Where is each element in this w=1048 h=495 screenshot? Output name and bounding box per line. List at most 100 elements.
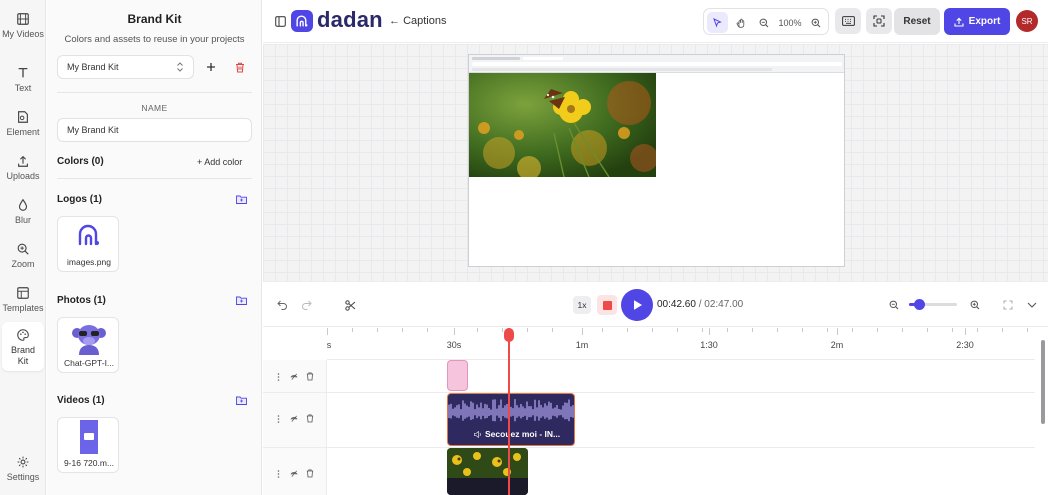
video-clip[interactable] [447, 448, 528, 495]
chevron-down-icon [1027, 302, 1037, 308]
ruler-minor-tick [827, 328, 828, 332]
sidebar-toggle-icon[interactable] [275, 16, 286, 27]
timeline-zoom-out-button[interactable] [887, 298, 901, 312]
photo-thumbnail[interactable]: Chat-GPT-I... [57, 317, 119, 373]
user-avatar[interactable]: SR [1016, 10, 1038, 32]
fit-screen-button[interactable] [866, 8, 892, 34]
timeline: s 30s 1m 1:30 2m 2:30 Secouez moi - IN..… [263, 328, 1048, 495]
redo-button[interactable] [299, 298, 313, 312]
timeline-scrollbar[interactable] [1041, 340, 1045, 424]
trash-icon[interactable] [306, 414, 314, 423]
drag-handle-icon[interactable] [274, 372, 282, 381]
rail-item-element[interactable]: Element [2, 110, 44, 138]
select-tool-button[interactable] [707, 12, 728, 33]
hand-icon [736, 18, 744, 28]
video-thumbnail[interactable]: 9-16 720.m... [57, 417, 119, 473]
film-icon [17, 13, 29, 25]
add-color-button[interactable]: + Add color [197, 157, 242, 167]
butterfly-flower-image [469, 73, 656, 177]
split-clip-button[interactable] [343, 298, 357, 312]
ruler-minor-tick [552, 328, 553, 332]
rail-item-blur[interactable]: Blur [2, 198, 44, 226]
collapse-timeline-button[interactable] [1025, 298, 1039, 312]
timeline-zoom-slider[interactable] [909, 299, 957, 310]
delete-brand-kit-button[interactable] [231, 58, 249, 76]
rail-item-zoom[interactable]: Zoom [2, 242, 44, 270]
keyboard-shortcuts-button[interactable] [835, 8, 861, 34]
reset-button[interactable]: Reset [894, 8, 940, 35]
video-filename: 9-16 720.m... [63, 458, 115, 468]
track-3-controls [274, 469, 314, 478]
zoom-level: 100% [778, 17, 802, 28]
ruler-minor-tick [1027, 328, 1028, 332]
visibility-icon[interactable] [290, 414, 298, 423]
zoom-in-icon [811, 18, 820, 27]
templates-icon [17, 287, 29, 299]
visibility-icon[interactable] [290, 469, 298, 478]
playhead-line[interactable] [508, 328, 510, 495]
rail-item-templates[interactable]: Templates [2, 286, 44, 314]
pan-tool-button[interactable] [730, 12, 751, 33]
rail-label: Text [14, 83, 32, 93]
drag-handle-icon[interactable] [274, 469, 282, 478]
ruler-minor-tick [502, 328, 503, 332]
monkey-photo-image [72, 325, 106, 355]
track-2-controls [274, 414, 314, 423]
trash-icon[interactable] [306, 372, 314, 381]
rail-item-text[interactable]: Text [2, 66, 44, 94]
folder-icon[interactable] [236, 296, 247, 305]
visibility-icon[interactable] [290, 372, 298, 381]
play-icon [633, 300, 642, 310]
folder-icon[interactable] [236, 396, 247, 405]
fit-timeline-button[interactable] [1001, 298, 1015, 312]
slider-handle[interactable] [913, 299, 925, 310]
dadan-logo-icon [291, 10, 313, 32]
ruler-minor-tick [952, 328, 953, 332]
brand-kit-name-input[interactable]: My Brand Kit [57, 118, 252, 142]
trash-icon[interactable] [306, 469, 314, 478]
rail-item-brand-kit[interactable]: Brand Kit [2, 322, 44, 371]
audio-waveform [448, 399, 574, 422]
rail-label: Uploads [6, 171, 40, 181]
timeline-zoom-in-button[interactable] [968, 298, 982, 312]
ruler-minor-tick [677, 328, 678, 332]
playhead-handle[interactable] [504, 328, 514, 342]
arrow-left-icon: ← [389, 15, 400, 27]
time-ruler[interactable]: s 30s 1m 1:30 2m 2:30 [327, 328, 1035, 360]
audio-clip[interactable]: Secouez moi - IN... [447, 393, 575, 446]
play-button[interactable] [621, 289, 653, 321]
ruler-minor-tick [752, 328, 753, 332]
video-frame[interactable] [468, 54, 845, 267]
app-root: My Videos Text Element Uploads Blur Zoom… [0, 0, 1048, 495]
zoom-in-button[interactable] [805, 12, 826, 33]
ruler-minor-tick [477, 328, 478, 332]
rail-label: Settings [6, 472, 40, 482]
folder-icon[interactable] [236, 195, 247, 204]
track-1-controls [274, 372, 314, 381]
ruler-minor-tick [402, 328, 403, 332]
redo-icon [301, 300, 312, 310]
brand-name: dadan [317, 7, 383, 32]
add-brand-kit-button[interactable] [202, 58, 220, 76]
drag-handle-icon[interactable] [274, 414, 282, 423]
ruler-minor-tick [377, 328, 378, 332]
upload-icon [18, 155, 28, 167]
rail-item-uploads[interactable]: Uploads [2, 154, 44, 182]
zoom-icon [17, 243, 29, 255]
gear-icon [17, 456, 29, 468]
text-clip[interactable] [447, 360, 468, 391]
canvas-area[interactable] [263, 44, 1048, 281]
rail-item-settings[interactable]: Settings [2, 455, 44, 483]
stop-button[interactable] [597, 295, 617, 315]
rail-item-my-videos[interactable]: My Videos [2, 12, 44, 40]
zoom-out-button[interactable] [753, 12, 774, 33]
export-button[interactable]: Export [944, 8, 1010, 35]
ruler-minor-tick [527, 328, 528, 332]
brand-kit-select[interactable]: My Brand Kit [57, 55, 194, 79]
playback-speed-button[interactable]: 1x [573, 296, 591, 314]
undo-button[interactable] [275, 298, 289, 312]
element-icon [18, 111, 28, 123]
back-to-captions-link[interactable]: ← Captions [389, 15, 446, 27]
logo-thumbnail[interactable]: images.png [57, 216, 119, 272]
colors-heading: Colors (0) [57, 156, 104, 167]
